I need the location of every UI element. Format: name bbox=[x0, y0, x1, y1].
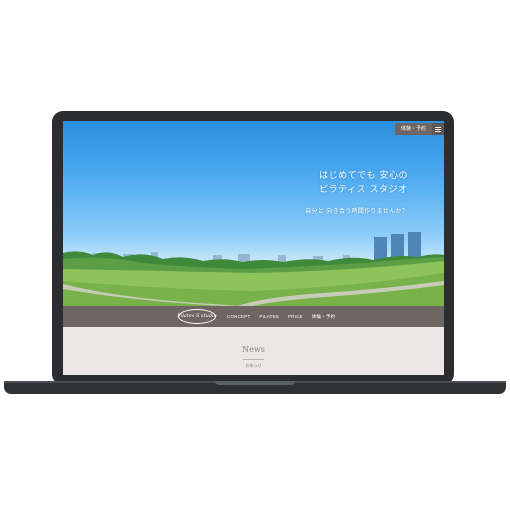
main-navbar: Pilates S studio CONCEPT PILATES PRICE 体… bbox=[63, 306, 444, 327]
hero-title-line-1: はじめてでも 安心の bbox=[319, 171, 408, 181]
nav-item-concept[interactable]: CONCEPT bbox=[227, 314, 250, 319]
news-divider bbox=[243, 359, 264, 360]
hero-title: はじめてでも 安心の ピラティス スタジオ bbox=[319, 169, 408, 197]
hero-section: 体験・予約 はじめてでも 安心の ピラティス スタジオ 自分と 向き合う時間作り… bbox=[63, 121, 444, 306]
top-bar: 体験・予約 bbox=[394, 123, 444, 135]
logo-text: Pilates S studio bbox=[177, 313, 217, 319]
website-screen: 体験・予約 はじめてでも 安心の ピラティス スタジオ 自分と 向き合う時間作り… bbox=[63, 121, 444, 375]
studio-logo[interactable]: Pilates S studio bbox=[177, 309, 217, 324]
hero-subtitle: 自分と 向き合う時間作りませんか？ bbox=[305, 208, 408, 215]
header-reserve-button[interactable]: 体験・予約 bbox=[394, 123, 432, 135]
news-subheading: お知らせ bbox=[245, 363, 262, 368]
news-heading: News bbox=[242, 345, 265, 354]
hamburger-menu-icon[interactable] bbox=[432, 123, 444, 135]
laptop-hinge-notch bbox=[215, 381, 295, 385]
hero-title-line-2: ピラティス スタジオ bbox=[319, 185, 408, 195]
news-section: News お知らせ bbox=[63, 327, 444, 375]
nav-item-pilates[interactable]: PILATES bbox=[259, 314, 279, 319]
nav-item-price[interactable]: PRICE bbox=[288, 314, 303, 319]
nav-links: CONCEPT PILATES PRICE 体験・予約 bbox=[227, 306, 335, 327]
nav-item-reserve[interactable]: 体験・予約 bbox=[312, 314, 336, 320]
